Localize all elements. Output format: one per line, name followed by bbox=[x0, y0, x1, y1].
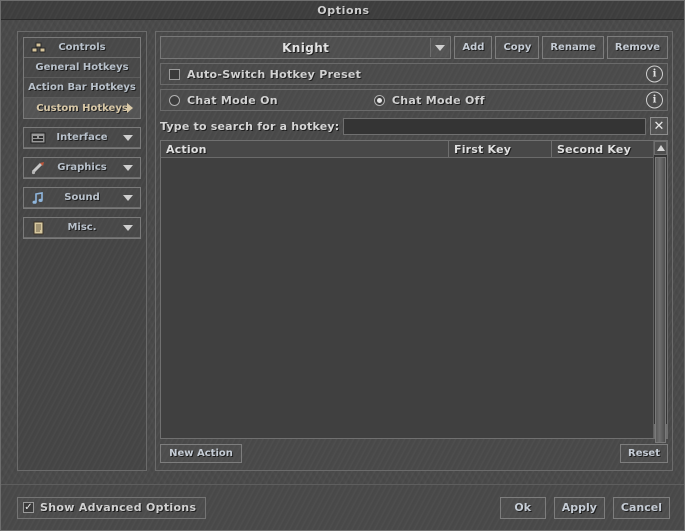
main-panel: Knight Add Copy Rename Remove Auto-Switc… bbox=[155, 31, 673, 471]
sidebar-item-label: Misc. bbox=[67, 222, 97, 233]
rename-preset-button[interactable]: Rename bbox=[542, 36, 604, 59]
sidebar-group-graphics: Graphics bbox=[23, 157, 141, 179]
bottom-bar: ✓ Show Advanced Options Ok Apply Cancel bbox=[1, 484, 684, 530]
scroll-up-button[interactable] bbox=[654, 141, 667, 155]
cancel-button[interactable]: Cancel bbox=[612, 496, 670, 519]
sound-icon bbox=[30, 191, 46, 205]
chevron-right-icon bbox=[127, 103, 133, 113]
preset-row: Knight Add Copy Rename Remove bbox=[160, 36, 668, 59]
sidebar-group-controls: Controls General Hotkeys Action Bar Hotk… bbox=[23, 37, 141, 119]
auto-switch-row[interactable]: Auto-Switch Hotkey Preset i bbox=[160, 63, 668, 85]
new-action-button[interactable]: New Action bbox=[160, 444, 242, 463]
options-window: Options Controls General Hotkeys Action … bbox=[0, 0, 685, 531]
sidebar-item-label: Controls bbox=[58, 42, 106, 53]
chat-mode-on-radio[interactable] bbox=[169, 94, 180, 106]
graphics-icon bbox=[30, 161, 46, 175]
sidebar-item-label: Interface bbox=[56, 132, 108, 143]
column-header-first-key[interactable]: First Key bbox=[449, 141, 552, 157]
controls-icon bbox=[30, 41, 46, 55]
table-header-row: Action First Key Second Key bbox=[161, 141, 667, 158]
apply-button[interactable]: Apply bbox=[553, 496, 605, 519]
chat-mode-off-label: Chat Mode Off bbox=[391, 93, 485, 107]
interface-icon bbox=[30, 131, 46, 145]
sidebar-item-label: Sound bbox=[64, 192, 100, 203]
chat-mode-on-label: Chat Mode On bbox=[187, 93, 278, 107]
clear-search-icon[interactable]: ✕ bbox=[650, 117, 668, 135]
check-icon: ✓ bbox=[24, 501, 33, 513]
auto-switch-label: Auto-Switch Hotkey Preset bbox=[187, 67, 362, 81]
sidebar-item-action-bar-hotkeys[interactable]: Action Bar Hotkeys bbox=[24, 78, 140, 98]
copy-preset-button[interactable]: Copy bbox=[495, 36, 540, 59]
show-advanced-options-label: Show Advanced Options bbox=[40, 501, 197, 514]
show-advanced-options-toggle[interactable]: ✓ Show Advanced Options bbox=[17, 496, 207, 519]
sidebar-item-interface[interactable]: Interface bbox=[24, 128, 140, 148]
chat-mode-off-radio[interactable] bbox=[373, 94, 385, 106]
hotkey-table: Action First Key Second Key bbox=[160, 140, 668, 443]
misc-icon bbox=[30, 221, 46, 235]
chevron-down-icon[interactable] bbox=[430, 38, 449, 57]
chevron-down-icon bbox=[123, 134, 133, 141]
sidebar-item-label: General Hotkeys bbox=[35, 62, 129, 73]
scrollbar-thumb[interactable] bbox=[655, 157, 666, 443]
window-titlebar: Options bbox=[1, 1, 684, 20]
chevron-up-icon bbox=[656, 145, 665, 151]
sidebar-item-graphics[interactable]: Graphics bbox=[24, 158, 140, 178]
column-header-second-key[interactable]: Second Key bbox=[552, 141, 667, 157]
sidebar-item-label: Custom Hotkeys bbox=[36, 102, 128, 114]
sidebar-group-interface: Interface bbox=[23, 127, 141, 149]
remove-preset-button[interactable]: Remove bbox=[606, 36, 668, 59]
sidebar-item-controls[interactable]: Controls bbox=[24, 38, 140, 58]
chevron-down-glyph bbox=[435, 44, 446, 51]
scrollbar-track[interactable] bbox=[654, 155, 667, 443]
sidebar: Controls General Hotkeys Action Bar Hotk… bbox=[17, 31, 147, 471]
sidebar-item-misc[interactable]: Misc. bbox=[24, 218, 140, 238]
chevron-down-icon bbox=[123, 224, 133, 231]
table-body[interactable] bbox=[161, 158, 667, 438]
chevron-down-icon bbox=[123, 194, 133, 201]
dialog-buttons: Ok Apply Cancel bbox=[499, 496, 670, 519]
column-header-action[interactable]: Action bbox=[161, 141, 449, 157]
search-input[interactable] bbox=[343, 117, 646, 135]
show-advanced-options-checkbox[interactable]: ✓ bbox=[23, 502, 34, 513]
add-preset-button[interactable]: Add bbox=[454, 36, 493, 59]
sidebar-group-misc: Misc. bbox=[23, 217, 141, 239]
radio-selected-dot bbox=[376, 97, 382, 103]
info-icon[interactable]: i bbox=[646, 65, 663, 83]
table-footer: New Action Reset bbox=[160, 444, 668, 463]
sidebar-item-label: Action Bar Hotkeys bbox=[28, 82, 136, 93]
auto-switch-checkbox[interactable] bbox=[169, 68, 180, 80]
ok-button[interactable]: Ok bbox=[499, 496, 546, 519]
sidebar-item-sound[interactable]: Sound bbox=[24, 188, 140, 208]
sidebar-item-custom-hotkeys[interactable]: Custom Hotkeys bbox=[24, 98, 140, 118]
sidebar-group-sound: Sound bbox=[23, 187, 141, 209]
info-icon[interactable]: i bbox=[646, 91, 663, 109]
table-scrollbar[interactable] bbox=[653, 141, 667, 443]
sidebar-item-general-hotkeys[interactable]: General Hotkeys bbox=[24, 58, 140, 78]
preset-selected-value: Knight bbox=[282, 40, 330, 55]
reset-button[interactable]: Reset bbox=[620, 444, 668, 463]
sidebar-item-label: Graphics bbox=[57, 162, 107, 173]
search-row: Type to search for a hotkey: ✕ bbox=[160, 116, 668, 136]
chat-mode-row: Chat Mode On Chat Mode Off i bbox=[160, 89, 668, 111]
chevron-down-icon bbox=[123, 164, 133, 171]
search-label: Type to search for a hotkey: bbox=[160, 119, 340, 133]
preset-dropdown[interactable]: Knight bbox=[160, 36, 452, 59]
window-title: Options bbox=[317, 3, 370, 17]
